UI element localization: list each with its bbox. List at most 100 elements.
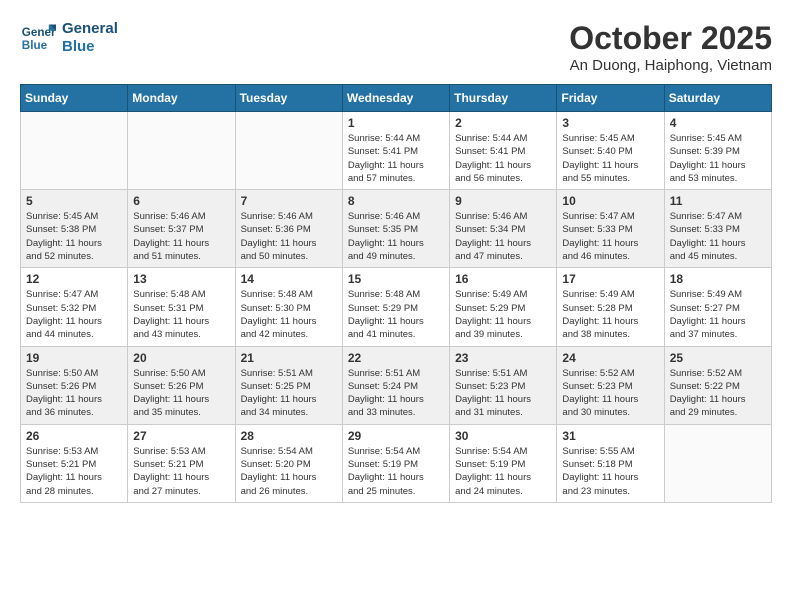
- day-info: Sunrise: 5:54 AM Sunset: 5:19 PM Dayligh…: [455, 445, 551, 498]
- day-number: 29: [348, 429, 444, 443]
- calendar-week-row: 19 Sunrise: 5:50 AM Sunset: 5:26 PM Dayli…: [21, 346, 772, 424]
- calendar-cell: 4 Sunrise: 5:45 AM Sunset: 5:39 PM Daylig…: [664, 112, 771, 190]
- calendar-week-row: 12 Sunrise: 5:47 AM Sunset: 5:32 PM Dayli…: [21, 268, 772, 346]
- day-info: Sunrise: 5:44 AM Sunset: 5:41 PM Dayligh…: [455, 132, 551, 185]
- day-number: 30: [455, 429, 551, 443]
- calendar-cell: [664, 424, 771, 502]
- day-number: 13: [133, 272, 229, 286]
- day-info: Sunrise: 5:50 AM Sunset: 5:26 PM Dayligh…: [26, 367, 122, 420]
- logo-icon: General Blue: [20, 20, 56, 56]
- calendar-cell: 11 Sunrise: 5:47 AM Sunset: 5:33 PM Dayli…: [664, 190, 771, 268]
- calendar-subtitle: An Duong, Haiphong, Vietnam: [569, 57, 772, 74]
- day-number: 28: [241, 429, 337, 443]
- calendar-cell: 17 Sunrise: 5:49 AM Sunset: 5:28 PM Dayli…: [557, 268, 664, 346]
- calendar-cell: 21Sunrise: 5:51 AM Sunset: 5:25 PM Dayli…: [235, 346, 342, 424]
- day-number: 9: [455, 194, 551, 208]
- logo-blue-text: Blue: [62, 38, 118, 56]
- day-info: Sunrise: 5:51 AM Sunset: 5:24 PM Dayligh…: [348, 367, 444, 420]
- calendar-cell: 14 Sunrise: 5:48 AM Sunset: 5:30 PM Dayli…: [235, 268, 342, 346]
- weekday-header-sunday: Sunday: [21, 85, 128, 112]
- day-info: Sunrise: 5:53 AM Sunset: 5:21 PM Dayligh…: [133, 445, 229, 498]
- calendar-week-row: 1 Sunrise: 5:44 AM Sunset: 5:41 PM Daylig…: [21, 112, 772, 190]
- day-number: 20: [133, 351, 229, 365]
- day-number: 21: [241, 351, 337, 365]
- svg-text:Blue: Blue: [22, 39, 48, 52]
- calendar-cell: 23 Sunrise: 5:51 AM Sunset: 5:23 PM Dayli…: [450, 346, 557, 424]
- day-number: 31: [562, 429, 658, 443]
- day-number: 17: [562, 272, 658, 286]
- calendar-cell: 1Sunrise: 5:44 AM Sunset: 5:41 PM Daylig…: [342, 112, 449, 190]
- day-number: 22: [348, 351, 444, 365]
- day-info: Sunrise: 5:49 AM Sunset: 5:29 PM Dayligh…: [455, 288, 551, 341]
- calendar-cell: 9 Sunrise: 5:46 AM Sunset: 5:34 PM Daylig…: [450, 190, 557, 268]
- day-number: 27: [133, 429, 229, 443]
- day-number: 7: [241, 194, 337, 208]
- calendar-cell: 26 Sunrise: 5:53 AM Sunset: 5:21 PM Dayli…: [21, 424, 128, 502]
- day-info: Sunrise: 5:46 AM Sunset: 5:37 PM Dayligh…: [133, 210, 229, 263]
- calendar-cell: 5Sunrise: 5:45 AM Sunset: 5:38 PM Daylig…: [21, 190, 128, 268]
- weekday-header-monday: Monday: [128, 85, 235, 112]
- day-info: Sunrise: 5:53 AM Sunset: 5:21 PM Dayligh…: [26, 445, 122, 498]
- logo: General Blue General Blue: [20, 20, 118, 56]
- day-info: Sunrise: 5:47 AM Sunset: 5:33 PM Dayligh…: [562, 210, 658, 263]
- calendar-cell: 20Sunrise: 5:50 AM Sunset: 5:26 PM Dayli…: [128, 346, 235, 424]
- day-number: 26: [26, 429, 122, 443]
- calendar-cell: 19 Sunrise: 5:50 AM Sunset: 5:26 PM Dayli…: [21, 346, 128, 424]
- calendar-cell: 2 Sunrise: 5:44 AM Sunset: 5:41 PM Daylig…: [450, 112, 557, 190]
- calendar-cell: 28 Sunrise: 5:54 AM Sunset: 5:20 PM Dayli…: [235, 424, 342, 502]
- day-info: Sunrise: 5:51 AM Sunset: 5:23 PM Dayligh…: [455, 367, 551, 420]
- day-number: 6: [133, 194, 229, 208]
- day-info: Sunrise: 5:54 AM Sunset: 5:19 PM Dayligh…: [348, 445, 444, 498]
- calendar-cell: 29 Sunrise: 5:54 AM Sunset: 5:19 PM Dayli…: [342, 424, 449, 502]
- calendar-cell: 12 Sunrise: 5:47 AM Sunset: 5:32 PM Dayli…: [21, 268, 128, 346]
- calendar-title: October 2025: [569, 20, 772, 57]
- weekday-header-wednesday: Wednesday: [342, 85, 449, 112]
- day-info: Sunrise: 5:47 AM Sunset: 5:32 PM Dayligh…: [26, 288, 122, 341]
- day-info: Sunrise: 5:48 AM Sunset: 5:31 PM Dayligh…: [133, 288, 229, 341]
- day-info: Sunrise: 5:54 AM Sunset: 5:20 PM Dayligh…: [241, 445, 337, 498]
- day-number: 8: [348, 194, 444, 208]
- calendar-table: SundayMondayTuesdayWednesdayThursdayFrid…: [20, 84, 772, 503]
- calendar-cell: 27 Sunrise: 5:53 AM Sunset: 5:21 PM Dayli…: [128, 424, 235, 502]
- weekday-header-friday: Friday: [557, 85, 664, 112]
- weekday-header-tuesday: Tuesday: [235, 85, 342, 112]
- day-number: 24: [562, 351, 658, 365]
- day-number: 25: [670, 351, 766, 365]
- page-header: General Blue General Blue October 2025 A…: [20, 20, 772, 74]
- weekday-header-saturday: Saturday: [664, 85, 771, 112]
- calendar-cell: 24Sunrise: 5:52 AM Sunset: 5:23 PM Dayli…: [557, 346, 664, 424]
- day-info: Sunrise: 5:46 AM Sunset: 5:34 PM Dayligh…: [455, 210, 551, 263]
- day-info: Sunrise: 5:45 AM Sunset: 5:39 PM Dayligh…: [670, 132, 766, 185]
- day-number: 10: [562, 194, 658, 208]
- day-info: Sunrise: 5:45 AM Sunset: 5:38 PM Dayligh…: [26, 210, 122, 263]
- day-number: 3: [562, 116, 658, 130]
- day-number: 4: [670, 116, 766, 130]
- calendar-cell: 13 Sunrise: 5:48 AM Sunset: 5:31 PM Dayli…: [128, 268, 235, 346]
- calendar-cell: 10 Sunrise: 5:47 AM Sunset: 5:33 PM Dayli…: [557, 190, 664, 268]
- day-info: Sunrise: 5:49 AM Sunset: 5:28 PM Dayligh…: [562, 288, 658, 341]
- calendar-cell: 16Sunrise: 5:49 AM Sunset: 5:29 PM Dayli…: [450, 268, 557, 346]
- day-info: Sunrise: 5:48 AM Sunset: 5:30 PM Dayligh…: [241, 288, 337, 341]
- day-info: Sunrise: 5:52 AM Sunset: 5:22 PM Dayligh…: [670, 367, 766, 420]
- calendar-cell: [128, 112, 235, 190]
- weekday-header-row: SundayMondayTuesdayWednesdayThursdayFrid…: [21, 85, 772, 112]
- day-info: Sunrise: 5:47 AM Sunset: 5:33 PM Dayligh…: [670, 210, 766, 263]
- calendar-cell: 15Sunrise: 5:48 AM Sunset: 5:29 PM Dayli…: [342, 268, 449, 346]
- day-number: 11: [670, 194, 766, 208]
- calendar-cell: 7Sunrise: 5:46 AM Sunset: 5:36 PM Daylig…: [235, 190, 342, 268]
- day-number: 23: [455, 351, 551, 365]
- day-number: 19: [26, 351, 122, 365]
- day-info: Sunrise: 5:46 AM Sunset: 5:35 PM Dayligh…: [348, 210, 444, 263]
- weekday-header-thursday: Thursday: [450, 85, 557, 112]
- day-number: 1: [348, 116, 444, 130]
- calendar-cell: [21, 112, 128, 190]
- day-info: Sunrise: 5:55 AM Sunset: 5:18 PM Dayligh…: [562, 445, 658, 498]
- day-number: 12: [26, 272, 122, 286]
- calendar-cell: [235, 112, 342, 190]
- calendar-cell: 3Sunrise: 5:45 AM Sunset: 5:40 PM Daylig…: [557, 112, 664, 190]
- calendar-week-row: 26 Sunrise: 5:53 AM Sunset: 5:21 PM Dayli…: [21, 424, 772, 502]
- day-number: 2: [455, 116, 551, 130]
- day-number: 14: [241, 272, 337, 286]
- logo-general-text: General: [62, 20, 118, 38]
- day-number: 18: [670, 272, 766, 286]
